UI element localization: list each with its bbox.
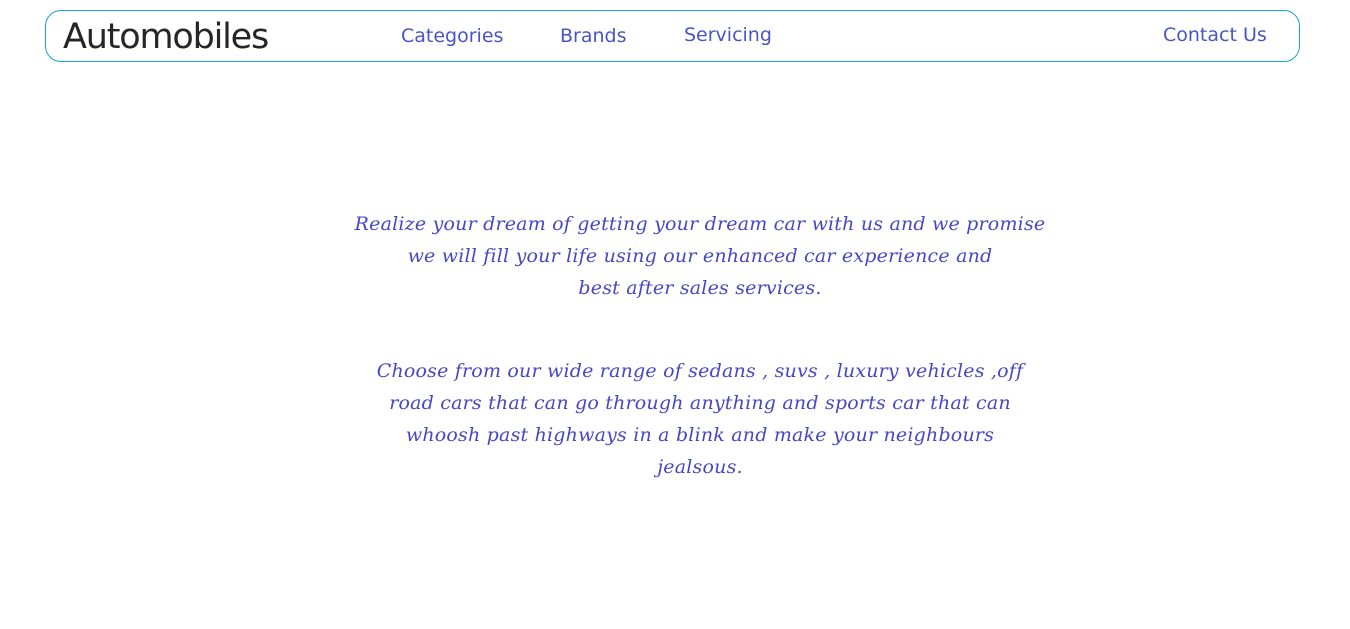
top-navbar: Automobiles Categories Brands Servicing … (45, 10, 1300, 62)
range-line: Choose from our wide range of sedans , s… (376, 360, 1024, 382)
nav-link-brands[interactable]: Brands (560, 24, 627, 48)
intro-line: Realize your dream of getting your dream… (354, 213, 1046, 235)
range-line: whoosh past highways in a blink and make… (405, 424, 995, 446)
range-line: jealsous. (657, 456, 743, 478)
intro-line: we will fill your life using our enhance… (407, 245, 993, 267)
intro-paragraph: Realize your dream of getting your dream… (300, 208, 1100, 304)
range-paragraph: Choose from our wide range of sedans , s… (330, 355, 1070, 483)
intro-line: best after sales services. (578, 277, 822, 299)
range-line: road cars that can go through anything a… (389, 392, 1011, 414)
brand-logo-text[interactable]: Automobiles (63, 16, 269, 58)
nav-link-categories[interactable]: Categories (401, 24, 503, 48)
nav-link-contact-us[interactable]: Contact Us (1163, 23, 1267, 47)
nav-link-servicing[interactable]: Servicing (684, 23, 772, 47)
